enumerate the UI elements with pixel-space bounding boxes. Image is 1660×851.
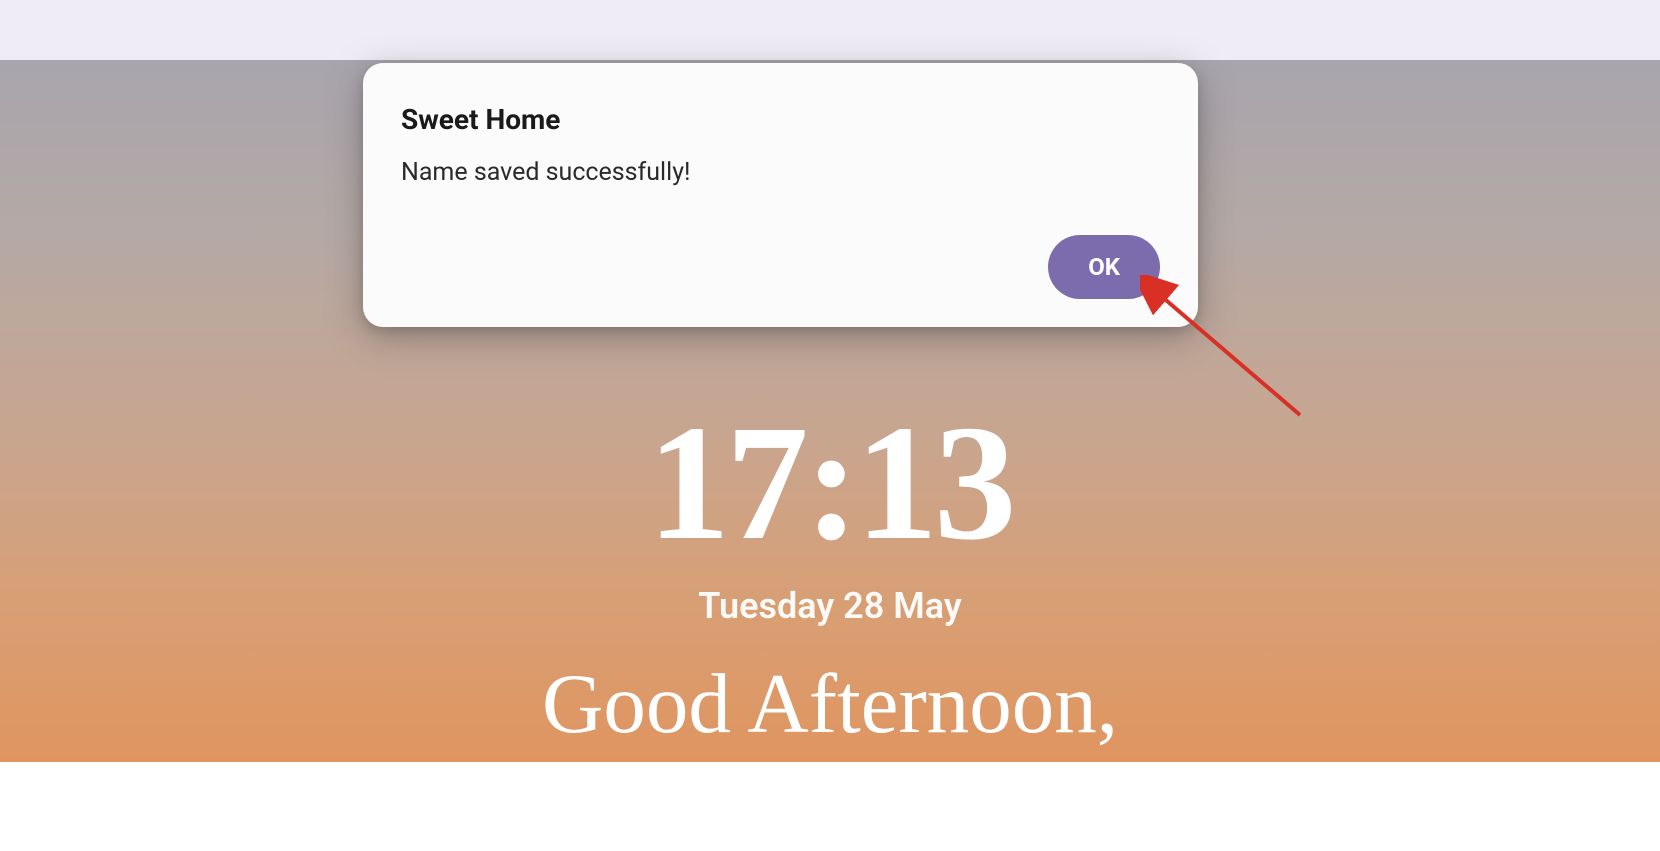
dialog-message: Name saved successfully! [401, 158, 1160, 187]
ok-button[interactable]: OK [1048, 235, 1160, 299]
clock-widget: 17:13 Tuesday 28 May Good Afternoon, Pra… [415, 400, 1245, 851]
confirmation-dialog: Sweet Home Name saved successfully! OK [363, 63, 1198, 327]
clock-time: 17:13 [415, 400, 1245, 565]
dialog-actions: OK [401, 235, 1160, 299]
browser-toolbar [0, 0, 1660, 60]
dialog-title: Sweet Home [401, 103, 1160, 136]
clock-date: Tuesday 28 May [415, 585, 1245, 627]
greeting-text: Good Afternoon, Prayush [415, 655, 1245, 851]
